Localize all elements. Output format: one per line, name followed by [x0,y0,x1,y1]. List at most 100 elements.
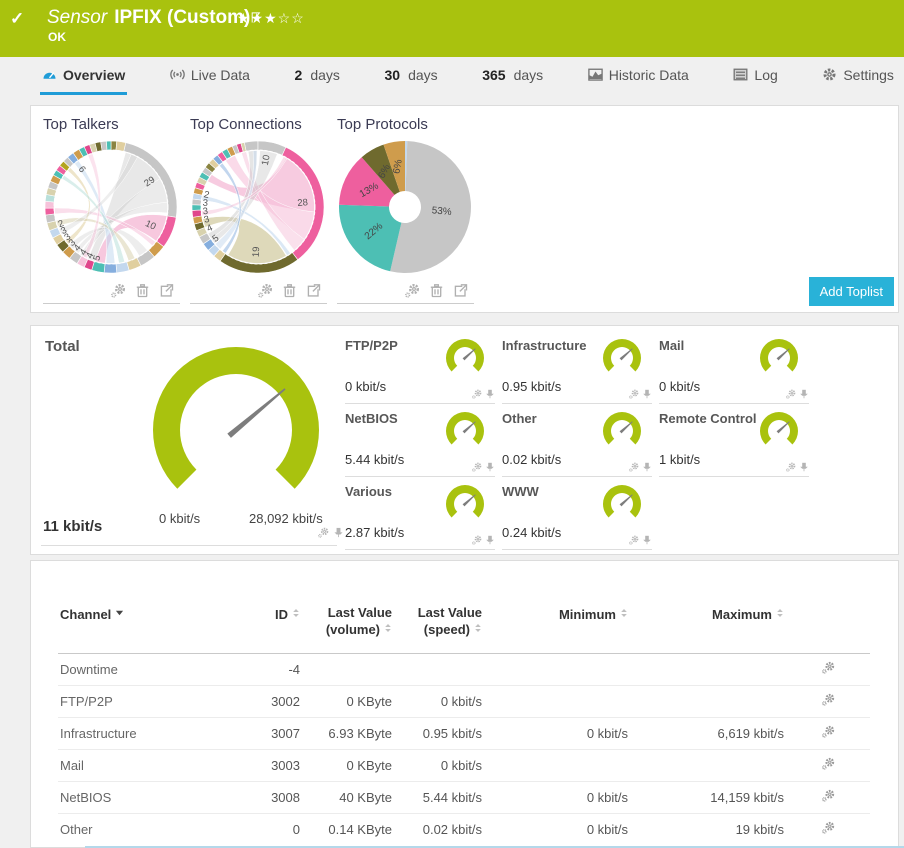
gear-icon[interactable] [472,462,482,472]
cell: FTP/P2P [58,685,234,718]
row-settings [786,813,870,845]
column-label: Last Value (volume) [325,605,392,637]
column-header-channel[interactable]: Channel [58,601,234,654]
channel-table-panel: Channel ID Last Value (volume) Last Value… [30,560,899,848]
gauge-actions [629,535,652,545]
top-talkers-chart[interactable]: 29 10 6 2 3 3 3 4 4 4 5 [41,137,188,282]
table-row: FTP/P2P 3002 0 KByte 0 kbit/s [58,685,870,718]
chart-icon [587,67,603,82]
pin-icon[interactable] [485,462,495,472]
gauge-label: Infrastructure [502,338,587,353]
cell: 0 KByte [302,685,394,718]
gauge-cell-infrastructure: Infrastructure 0.95 kbit/s [502,331,652,404]
cell: 0.14 KByte [302,813,394,845]
gauge-label: WWW [502,484,539,499]
gear-icon[interactable] [786,462,796,472]
cell: Downtime [58,653,234,686]
gauge-actions [472,389,495,399]
pin-icon[interactable] [485,535,495,545]
column-header-maximum[interactable]: Maximum [630,601,786,654]
log-icon [733,67,748,82]
tab-live-data[interactable]: Live Data [168,57,252,95]
gear-icon[interactable] [821,789,835,802]
column-header-last-value-speed-[interactable]: Last Value (speed) [394,601,484,654]
column-header-last-value-volume-[interactable]: Last Value (volume) [302,601,394,654]
tab-historic-data[interactable]: Historic Data [586,57,691,95]
open-icon[interactable] [453,283,468,298]
svg-text:53%: 53% [431,205,452,218]
trash-icon[interactable] [135,283,150,298]
gear-icon[interactable] [629,462,639,472]
gear-icon[interactable] [821,693,835,706]
cell: 5.44 kbit/s [394,781,484,814]
pin-icon[interactable] [642,389,652,399]
gauge-actions [629,462,652,472]
toplist-card-top-connections: Top Connections 10 28 19 2 3 3 3 4 5 [188,116,335,304]
gear-icon[interactable] [472,389,482,399]
column-label: Maximum [712,607,772,622]
tab-log[interactable]: Log [731,57,779,95]
gauge-value: 0.95 kbit/s [502,379,562,394]
total-gauge [131,338,341,515]
gear-icon[interactable] [258,283,273,298]
gear-icon[interactable] [318,527,329,538]
sort-icon [776,609,784,617]
cell: 6,619 kbit/s [630,717,786,750]
gear-icon[interactable] [821,821,835,834]
broadcast-icon [170,67,185,82]
gear-icon[interactable] [786,389,796,399]
top-connections-chart[interactable]: 10 28 19 2 3 3 3 4 5 [188,137,335,282]
channel-gauge-grid: FTP/P2P 0 kbit/s Infrastructure 0.95 kbi… [345,331,816,550]
gear-icon[interactable] [821,661,835,674]
gear-icon[interactable] [821,725,835,738]
gear-icon[interactable] [629,389,639,399]
trash-icon[interactable] [282,283,297,298]
gear-icon[interactable] [821,757,835,770]
column-header-id[interactable]: ID [234,601,302,654]
gear-icon[interactable] [629,535,639,545]
ftp-p2p-gauge [441,336,489,383]
cell: 14,159 kbit/s [630,781,786,814]
tab-365-days[interactable]: 365 days [480,57,545,95]
tab-2-days[interactable]: 2 days [293,57,342,95]
tab-30-days[interactable]: 30 days [382,57,439,95]
cell: 0 kbit/s [484,813,630,845]
gauge-label: Other [502,411,537,426]
gauge-cell-remote-control: Remote Control 1 kbit/s [659,404,809,477]
gauge-value: 1 kbit/s [659,452,701,467]
pin-icon[interactable] [799,389,809,399]
open-icon[interactable] [159,283,174,298]
total-gauge-min: 0 kbit/s [159,511,201,526]
pin-icon[interactable] [642,535,652,545]
cell: Infrastructure [58,717,234,750]
add-toplist-button[interactable]: Add Toplist [808,277,894,306]
gear-icon[interactable] [472,535,482,545]
pin-icon[interactable] [799,462,809,472]
mail-gauge [755,336,803,383]
top-protocols-chart[interactable]: 53% 22% 13% 6% 6% [335,137,482,282]
cell: 19 kbit/s [630,813,786,845]
trash-icon[interactable] [429,283,444,298]
column-header-minimum[interactable]: Minimum [484,601,630,654]
table-row: Mail 3003 0 KByte 0 kbit/s [58,749,870,782]
pin-icon[interactable] [333,527,344,538]
tab-settings[interactable]: Settings [820,57,896,95]
toplist-card-top-protocols: Top Protocols 53% 22% 13% 6% 6% [335,116,482,304]
tab-overview[interactable]: Overview [40,57,128,95]
tab-bar: Overview Live Data 2 days 30 days 365 days His… [0,57,904,95]
cell: 0.02 kbit/s [394,813,484,845]
cell: 0 kbit/s [394,685,484,718]
pin-icon[interactable] [642,462,652,472]
pin-icon[interactable] [485,389,495,399]
gear-icon[interactable] [111,283,126,298]
toplist-actions [43,282,180,304]
table-row: Infrastructure 3007 6.93 KByte 0.95 kbit/s 0… [58,717,870,750]
gauge-label: FTP/P2P [345,338,398,353]
gear-icon[interactable] [405,283,420,298]
open-icon[interactable] [306,283,321,298]
gauge-label: Mail [659,338,685,353]
toplist-actions [337,282,474,304]
star-rating[interactable]: ★★★☆☆ [237,10,305,27]
cell: 3007 [234,717,302,750]
cell: 0 kbit/s [484,781,630,814]
